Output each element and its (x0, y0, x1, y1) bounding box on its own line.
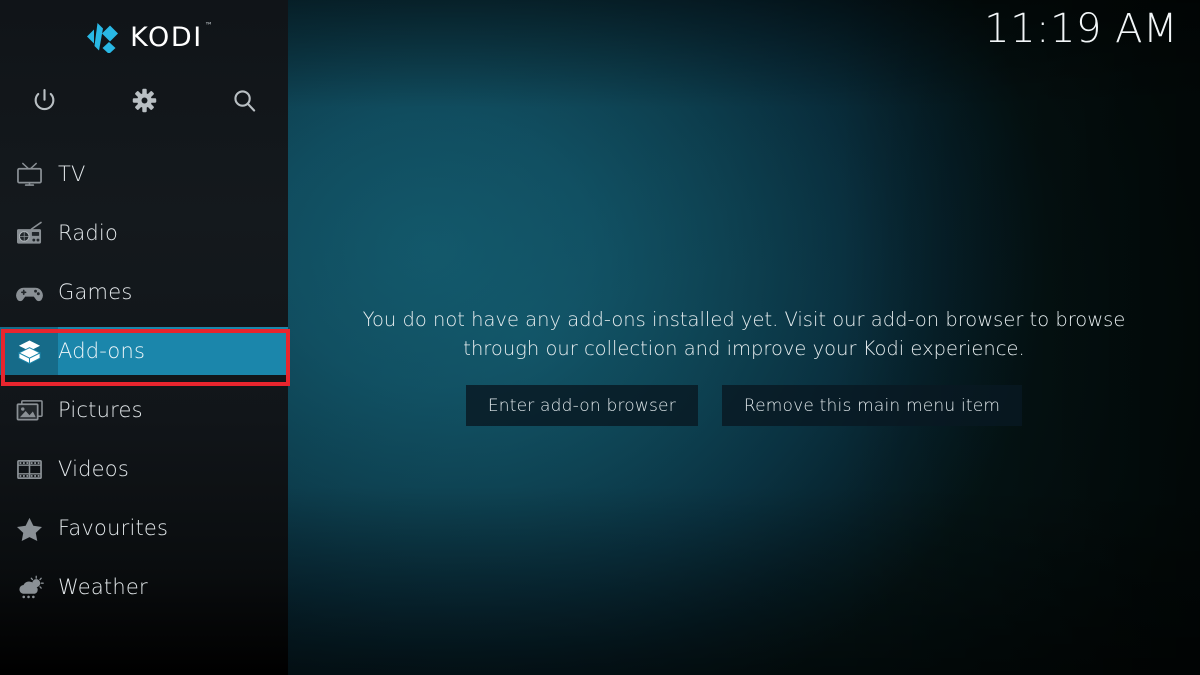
sidebar-item-tv[interactable]: TV (0, 150, 288, 198)
kodi-wordmark: KODI (130, 21, 203, 53)
gamepad-icon (0, 268, 58, 316)
radio-icon (0, 209, 58, 257)
sidebar-item-label: Weather (58, 575, 148, 599)
sidebar-item-label: Add-ons (58, 339, 146, 363)
quick-actions-bar (0, 78, 288, 122)
remove-main-menu-item-button[interactable]: Remove this main menu item (721, 385, 1023, 426)
sidebar-item-addons[interactable]: Add-ons (0, 327, 288, 375)
sidebar: KODI ™ TV Radio Games Add-ons Pictures V… (0, 0, 290, 675)
tv-icon (0, 150, 58, 198)
sidebar-item-label: Pictures (58, 398, 143, 422)
kodi-home-screen: 11:19 AM KODI ™ TV Radio Games Add-ons P… (0, 0, 1200, 675)
sidebar-item-label: Games (58, 280, 133, 304)
kodi-logo-text: KODI ™ (130, 21, 213, 53)
sidebar-item-games[interactable]: Games (0, 268, 288, 316)
sidebar-item-label: TV (58, 162, 86, 186)
weather-icon (0, 563, 58, 611)
kodi-logo-icon (85, 21, 121, 54)
sidebar-item-videos[interactable]: Videos (0, 445, 288, 493)
pictures-icon (0, 386, 58, 434)
sidebar-item-label: Radio (58, 221, 119, 245)
kodi-logo: KODI ™ (0, 14, 288, 60)
sidebar-item-label: Favourites (58, 516, 169, 540)
search-button[interactable] (221, 78, 267, 122)
trademark-mark: ™ (204, 20, 213, 30)
sidebar-item-radio[interactable]: Radio (0, 209, 288, 257)
main-content: You do not have any add-ons installed ye… (288, 0, 1200, 675)
sidebar-item-label: Videos (58, 457, 129, 481)
addons-box-icon (0, 327, 58, 375)
gear-icon (132, 88, 157, 113)
sidebar-item-weather[interactable]: Weather (0, 563, 288, 611)
power-icon (32, 88, 57, 113)
sidebar-item-favourites[interactable]: Favourites (0, 504, 288, 552)
enter-addon-browser-button[interactable]: Enter add-on browser (465, 385, 698, 426)
settings-button[interactable] (121, 78, 167, 122)
star-icon (0, 504, 58, 552)
empty-state-message: You do not have any add-ons installed ye… (362, 308, 1126, 360)
empty-state-actions: Enter add-on browser Remove this main me… (465, 385, 1023, 426)
main-menu: TV Radio Games Add-ons Pictures Videos F… (0, 150, 288, 622)
empty-state: You do not have any add-ons installed ye… (288, 305, 1200, 426)
search-icon (232, 88, 257, 113)
power-button[interactable] (21, 78, 67, 122)
film-strip-icon (0, 445, 58, 493)
sidebar-item-pictures[interactable]: Pictures (0, 386, 288, 434)
